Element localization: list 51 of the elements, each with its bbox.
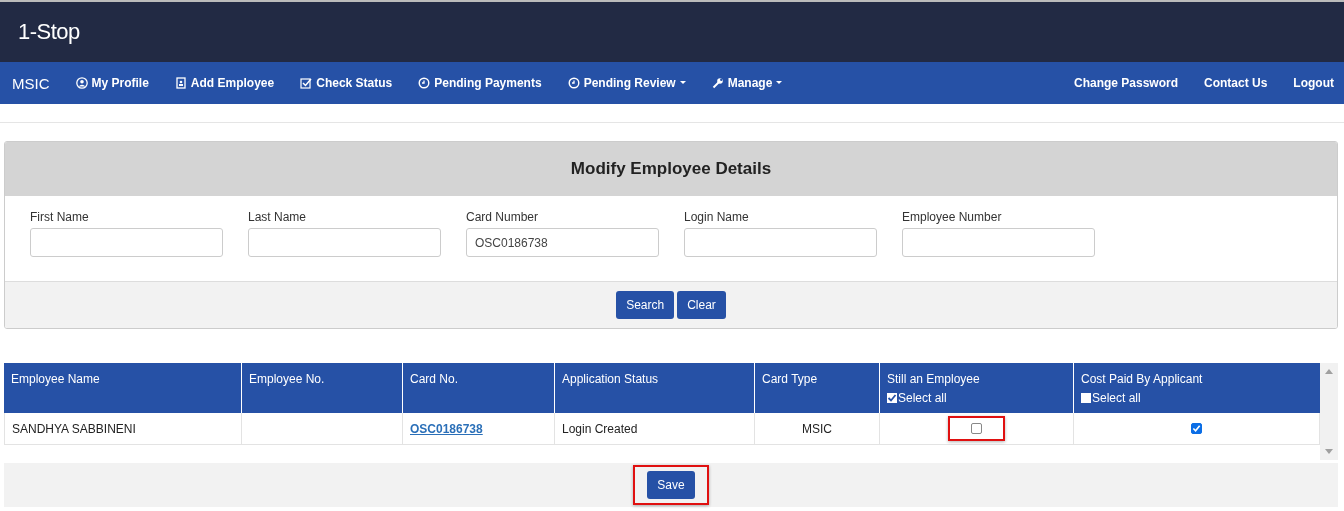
input-field[interactable]: OSC0186738 (466, 228, 659, 257)
nav-link[interactable]: Change Password (1073, 76, 1178, 90)
column-title: Card No. (410, 372, 460, 386)
column-title: Employee No. (249, 372, 326, 386)
select-all-label[interactable]: Select all (1092, 391, 1141, 405)
checkbox[interactable] (971, 423, 982, 434)
scrollbar[interactable] (1320, 363, 1338, 460)
panel-title: Modify Employee Details (570, 159, 772, 179)
column-title: Cost Paid By Applicant (1081, 372, 1204, 386)
field-label: Last Name (248, 210, 308, 224)
field-label: First Name (30, 210, 90, 224)
nav-link[interactable]: Contact Us (1204, 76, 1268, 90)
nav-link[interactable]: Pending Payments (418, 76, 542, 90)
column-title: Card Type (762, 372, 819, 386)
field-label: Employee Number (902, 210, 1003, 224)
nav-link[interactable]: Add Employee (174, 76, 275, 90)
input-field[interactable] (684, 228, 877, 257)
id-card-icon (174, 77, 187, 89)
user-icon (75, 77, 88, 89)
logo[interactable]: 1-Stop (18, 19, 80, 45)
clock-icon (567, 77, 580, 89)
table-cell: SANDHYA SABBINENI (4, 413, 242, 444)
wrench-icon (711, 77, 724, 89)
nav-link[interactable]: Manage (711, 76, 783, 90)
checkbox[interactable] (887, 393, 897, 403)
column-title: Employee Name (11, 372, 101, 386)
table-cell: MSIC (755, 413, 880, 444)
save-button[interactable]: Save (647, 471, 695, 499)
table-cell: Login Created (555, 413, 755, 444)
search-panel-button[interactable]: Clear (677, 291, 726, 319)
column-title: Application Status (562, 372, 660, 386)
input-field[interactable] (902, 228, 1095, 257)
nav-link[interactable]: Pending Review (567, 76, 686, 90)
nav-link[interactable]: Logout (1293, 76, 1334, 90)
column-title: Still an Employee (887, 372, 981, 386)
nav-link[interactable]: MSIC (12, 74, 50, 92)
card-link[interactable]: OSC0186738 (410, 421, 483, 436)
nav-link[interactable]: Check Status (300, 76, 393, 90)
check-square-icon (300, 77, 313, 89)
input-field[interactable] (30, 228, 223, 257)
nav-link[interactable]: My Profile (75, 76, 149, 90)
field-label: Login Name (684, 210, 750, 224)
input-field[interactable] (248, 228, 441, 257)
select-all-label[interactable]: Select all (898, 391, 947, 405)
scroll-up-icon[interactable] (1325, 369, 1333, 374)
search-panel-button[interactable]: Search (616, 291, 675, 319)
scroll-down-icon[interactable] (1325, 449, 1333, 454)
clock-icon (418, 77, 431, 89)
checkbox[interactable] (1191, 423, 1202, 434)
field-label: Card Number (466, 210, 540, 224)
checkbox[interactable] (1081, 393, 1091, 403)
